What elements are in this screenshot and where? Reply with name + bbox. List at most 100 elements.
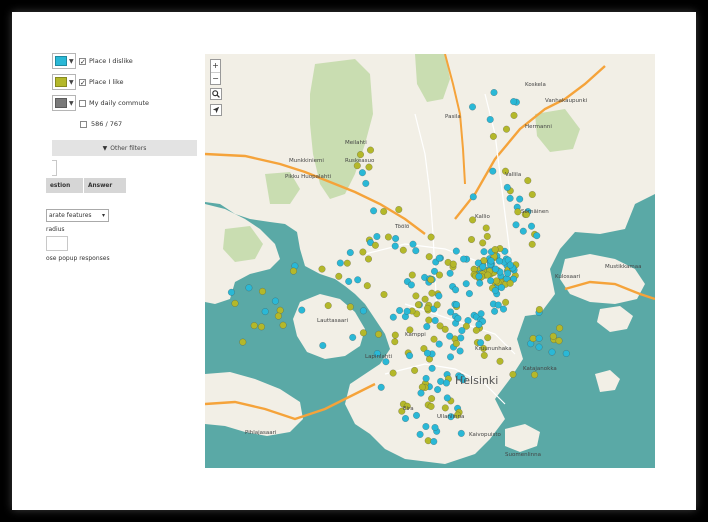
response-marker[interactable] [441, 325, 449, 333]
response-marker[interactable] [549, 332, 557, 340]
checkbox-select-all[interactable] [80, 120, 87, 128]
response-marker[interactable] [527, 222, 536, 230]
response-marker[interactable] [430, 437, 438, 446]
response-marker[interactable] [417, 389, 425, 397]
response-marker[interactable] [428, 364, 436, 372]
response-marker[interactable] [359, 248, 367, 256]
response-marker[interactable] [298, 306, 306, 314]
response-marker[interactable] [231, 299, 239, 307]
response-marker[interactable] [492, 265, 500, 273]
response-marker[interactable] [406, 352, 414, 360]
response-marker[interactable] [396, 306, 404, 315]
response-marker[interactable] [528, 190, 536, 199]
response-marker[interactable] [469, 193, 477, 201]
response-marker[interactable] [392, 234, 400, 243]
response-marker[interactable] [401, 414, 410, 423]
filter-input[interactable] [52, 160, 57, 176]
response-marker[interactable] [480, 248, 488, 256]
response-marker[interactable] [399, 246, 407, 254]
response-marker[interactable] [467, 235, 476, 244]
response-marker[interactable] [427, 276, 435, 284]
column-header-answer[interactable]: Answer [84, 178, 127, 193]
response-marker[interactable] [423, 323, 431, 331]
checkbox-like[interactable]: ✓ [79, 78, 86, 86]
response-marker[interactable] [506, 261, 514, 269]
response-marker[interactable] [425, 316, 433, 324]
response-marker[interactable] [457, 334, 465, 342]
response-marker[interactable] [491, 245, 499, 254]
other-filters-button[interactable]: ▼ Other filters [52, 140, 197, 156]
response-marker[interactable] [349, 333, 357, 341]
response-marker[interactable] [428, 395, 436, 403]
response-marker[interactable] [239, 338, 247, 346]
response-marker[interactable] [510, 111, 518, 119]
response-marker[interactable] [519, 227, 527, 235]
response-marker[interactable] [458, 327, 466, 335]
response-marker[interactable] [535, 334, 543, 342]
response-marker[interactable] [324, 302, 332, 310]
response-marker[interactable] [502, 125, 511, 133]
response-marker[interactable] [412, 247, 420, 255]
response-marker[interactable] [389, 369, 397, 377]
response-marker[interactable] [483, 232, 491, 240]
response-marker[interactable] [271, 297, 279, 305]
response-marker[interactable] [391, 331, 399, 339]
response-marker[interactable] [531, 371, 539, 379]
response-marker[interactable] [274, 312, 282, 320]
response-marker[interactable] [418, 383, 426, 391]
response-marker[interactable] [395, 205, 403, 214]
response-marker[interactable] [345, 277, 353, 285]
response-marker[interactable] [503, 183, 511, 191]
response-marker[interactable] [258, 287, 267, 295]
response-marker[interactable] [411, 366, 419, 374]
response-marker[interactable] [422, 422, 430, 431]
response-marker[interactable] [489, 132, 497, 140]
response-marker[interactable] [250, 322, 258, 330]
checkbox-dislike[interactable]: ✓ [79, 57, 86, 65]
response-marker[interactable] [487, 277, 495, 285]
response-marker[interactable] [497, 284, 506, 292]
response-marker[interactable] [384, 233, 392, 241]
response-marker[interactable] [427, 402, 435, 410]
response-marker[interactable] [356, 151, 365, 159]
response-marker[interactable] [375, 330, 383, 338]
response-marker[interactable] [318, 265, 326, 273]
response-marker[interactable] [363, 282, 371, 290]
response-marker[interactable] [548, 348, 556, 356]
response-marker[interactable] [362, 179, 370, 187]
response-marker[interactable] [409, 240, 417, 248]
response-marker[interactable] [380, 290, 388, 299]
response-marker[interactable] [462, 280, 470, 288]
response-marker[interactable] [496, 357, 504, 365]
response-marker[interactable] [486, 115, 494, 124]
response-marker[interactable] [261, 308, 269, 316]
map-canvas[interactable] [205, 54, 655, 468]
response-marker[interactable] [416, 430, 424, 438]
response-marker[interactable] [506, 194, 514, 202]
response-marker[interactable] [495, 257, 503, 265]
response-marker[interactable] [364, 255, 373, 263]
response-marker[interactable] [365, 163, 373, 171]
map-view[interactable]: Munkkiniemi Pikku Huopalahti Meilahti Ru… [205, 54, 655, 468]
response-marker[interactable] [428, 289, 436, 297]
response-marker[interactable] [502, 298, 510, 306]
response-marker[interactable] [499, 305, 508, 313]
response-marker[interactable] [380, 207, 388, 216]
response-marker[interactable] [359, 307, 367, 315]
response-marker[interactable] [370, 207, 378, 215]
response-marker[interactable] [562, 349, 570, 358]
response-marker[interactable] [346, 249, 354, 257]
locate-button[interactable] [210, 104, 222, 116]
response-marker[interactable] [227, 288, 235, 296]
response-marker[interactable] [452, 286, 460, 294]
response-marker[interactable] [358, 169, 366, 177]
color-picker-dislike[interactable]: ▼ [52, 53, 76, 69]
response-marker[interactable] [430, 335, 438, 343]
response-marker[interactable] [449, 260, 457, 268]
response-marker[interactable] [359, 329, 367, 337]
search-map-button[interactable] [210, 88, 222, 100]
response-marker[interactable] [412, 292, 420, 300]
response-marker[interactable] [423, 349, 431, 357]
radius-input[interactable] [46, 236, 68, 251]
response-marker[interactable] [434, 386, 442, 394]
